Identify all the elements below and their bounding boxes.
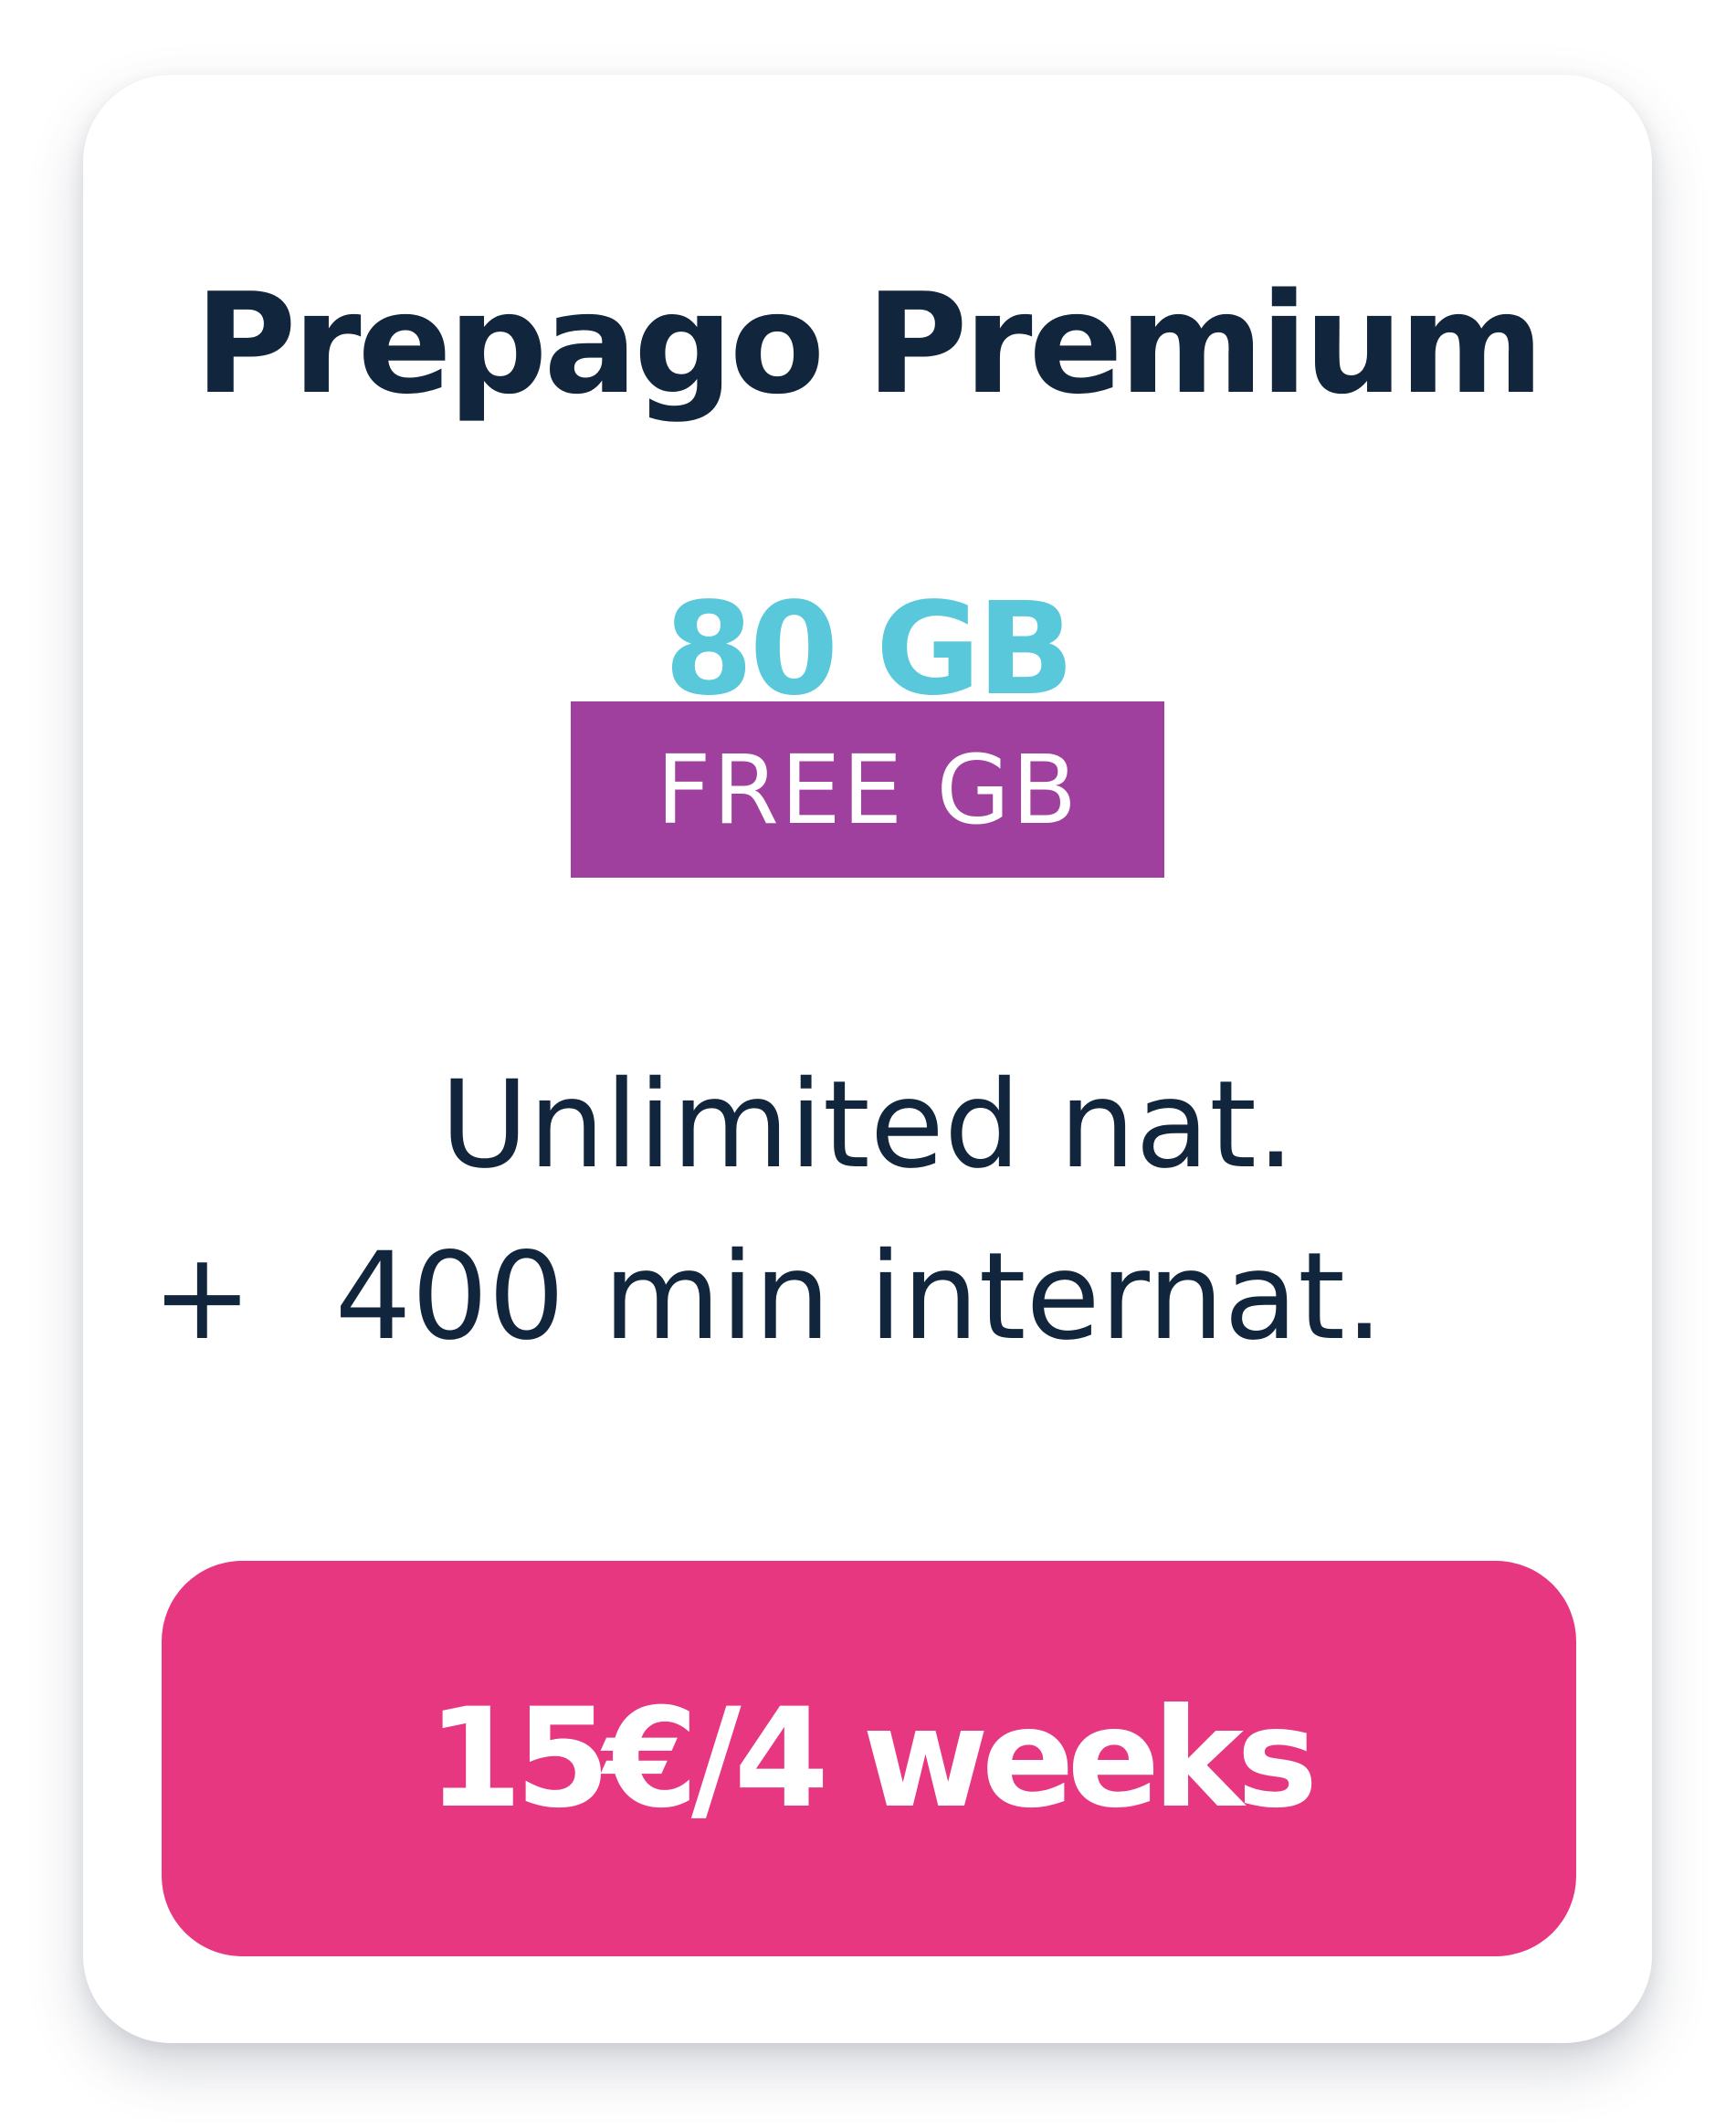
plus-sign: + bbox=[152, 1227, 253, 1367]
price-label: 15€/4 weeks bbox=[426, 1679, 1319, 1838]
free-gb-badge: FREE GB bbox=[571, 701, 1164, 878]
price-button[interactable]: 15€/4 weeks bbox=[162, 1561, 1576, 1956]
calls-international-label: 400 min internat. bbox=[334, 1227, 1384, 1367]
calls-international: +400 min internat. bbox=[152, 1219, 1384, 1375]
calls-national: Unlimited nat. bbox=[440, 1055, 1295, 1196]
plan-title: Prepago Premium bbox=[195, 263, 1544, 425]
free-gb-badge-label: FREE GB bbox=[656, 733, 1079, 846]
plan-card: Prepago Premium 80 GB FREE GB Unlimited … bbox=[83, 75, 1652, 2043]
